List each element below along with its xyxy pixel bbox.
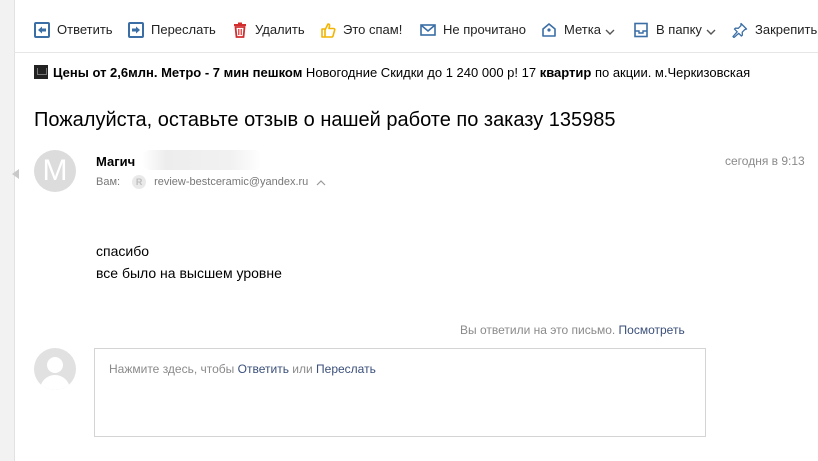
forward-button[interactable]: Переслать	[128, 20, 216, 40]
chevron-down-icon	[706, 25, 716, 35]
reply-or-text: или	[288, 362, 317, 376]
ad-text-tail: по акции. м.Черкизовская	[591, 65, 751, 80]
pin-label: Закрепить	[755, 22, 818, 37]
forward-icon	[128, 22, 144, 38]
quick-forward-link[interactable]: Переслать	[316, 362, 376, 376]
unread-label: Не прочитано	[443, 22, 526, 37]
quick-reply-link[interactable]: Ответить	[238, 362, 289, 376]
sender-avatar[interactable]: M	[34, 150, 76, 192]
redacted-sender-email	[142, 150, 262, 170]
ad-headline: Цены от 2,6млн. Метро - 7 мин пешком	[53, 65, 303, 80]
mark-unread-button[interactable]: Не прочитано	[420, 20, 526, 40]
label-label: Метка	[564, 22, 601, 37]
chevron-down-icon	[605, 25, 615, 35]
message-body: спасибо все было на высшем уровне	[96, 240, 282, 284]
ad-banner[interactable]: Цены от 2,6млн. Метро - 7 мин пешком Нов…	[34, 63, 818, 83]
thumb-down-icon	[320, 22, 336, 38]
ad-text: Новогодние Скидки до 1 240 000 р! 17	[302, 65, 540, 80]
quick-reply-prompt: Нажмите здесь, чтобы Ответить или Пересл…	[109, 362, 376, 376]
reply-prompt-prefix: Нажмите здесь, чтобы	[109, 362, 238, 376]
ad-logo-icon	[34, 65, 48, 79]
folder-label: В папку	[656, 22, 702, 37]
reply-icon	[34, 22, 50, 38]
folder-icon	[633, 22, 649, 38]
recipient-row: Вам: R review-bestceramic@yandex.ru	[96, 175, 326, 189]
trash-icon	[232, 22, 248, 38]
forward-label: Переслать	[151, 22, 216, 37]
envelope-icon	[420, 22, 436, 38]
spam-button[interactable]: Это спам!	[320, 20, 402, 40]
replied-text: Вы ответили на это письмо.	[460, 323, 616, 337]
chevron-up-icon[interactable]	[316, 178, 326, 186]
message-subject: Пожалуйста, оставьте отзыв о нашей работ…	[34, 109, 616, 131]
message-toolbar: Ответить Переслать Удалить Это спам! Не …	[14, 0, 818, 53]
user-avatar	[34, 348, 76, 390]
pin-button[interactable]: Закрепить	[732, 20, 817, 40]
message-time: сегодня в 9:13	[725, 154, 805, 168]
sender-name[interactable]: Магич	[96, 154, 135, 169]
recipient-email[interactable]: review-bestceramic@yandex.ru	[154, 176, 308, 188]
reply-label: Ответить	[57, 22, 113, 37]
reply-button[interactable]: Ответить	[34, 20, 113, 40]
body-line: все было на высшем уровне	[96, 265, 282, 281]
view-reply-link[interactable]: Посмотреть	[619, 323, 685, 337]
recipient-avatar-icon: R	[132, 175, 147, 189]
left-sidebar-strip	[0, 0, 19, 461]
user-head-icon	[47, 357, 63, 373]
user-body-icon	[40, 375, 70, 390]
collapse-arrow-icon[interactable]	[12, 169, 19, 179]
quick-reply-box[interactable]: Нажмите здесь, чтобы Ответить или Пересл…	[94, 348, 706, 437]
move-to-folder-dropdown[interactable]: В папку	[633, 20, 716, 40]
label-dropdown[interactable]: Метка	[541, 20, 615, 40]
recipient-label: Вам:	[96, 176, 121, 188]
pin-icon	[732, 22, 748, 38]
delete-label: Удалить	[255, 22, 305, 37]
ad-keyword: квартир	[539, 65, 592, 80]
delete-button[interactable]: Удалить	[232, 20, 305, 40]
spam-label: Это спам!	[343, 22, 403, 37]
replied-notice: Вы ответили на это письмо. Посмотреть	[460, 323, 685, 337]
tag-icon	[541, 22, 557, 38]
body-line: спасибо	[96, 243, 149, 259]
